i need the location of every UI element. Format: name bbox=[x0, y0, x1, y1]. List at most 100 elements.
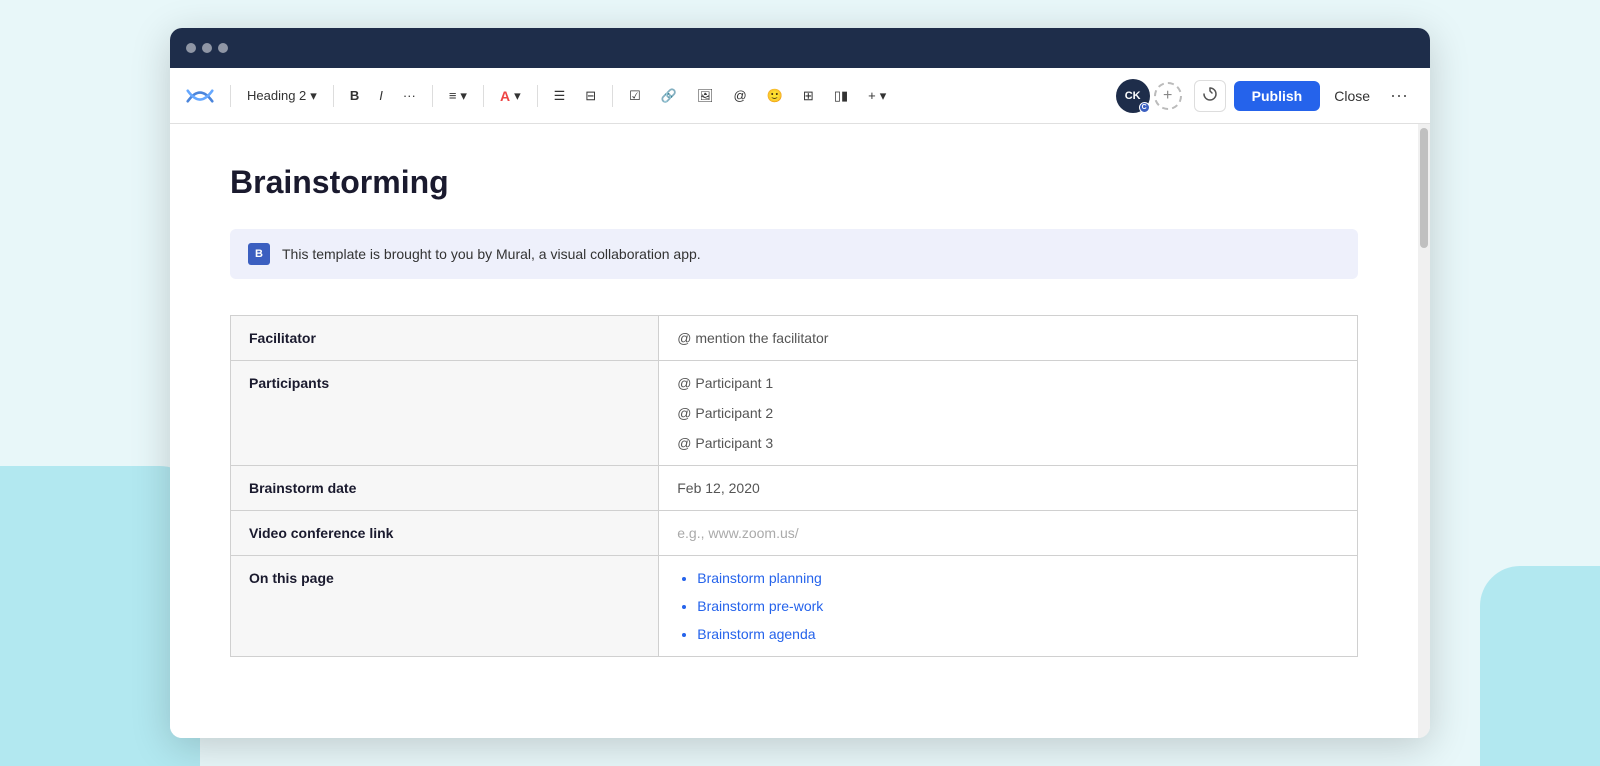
align-button[interactable]: ≡ ▾ bbox=[441, 83, 475, 109]
collaborators-group: CK C + bbox=[1116, 79, 1182, 113]
titlebar bbox=[170, 28, 1430, 68]
table-row: Facilitator @ mention the facilitator bbox=[231, 316, 1358, 361]
bg-decoration-right bbox=[1480, 566, 1600, 766]
on-this-page-value: Brainstorm planning Brainstorm pre-work … bbox=[659, 556, 1358, 657]
edit-history-button[interactable] bbox=[1194, 80, 1226, 112]
divider-6 bbox=[612, 85, 613, 107]
avatar: CK C bbox=[1116, 79, 1150, 113]
task-icon: ☑ bbox=[629, 88, 641, 104]
bold-button[interactable]: B bbox=[342, 83, 367, 108]
font-color-button[interactable]: A ▾ bbox=[492, 83, 529, 109]
emoji-button[interactable]: 🙂 bbox=[759, 83, 791, 109]
numbered-list-icon: ⊟ bbox=[585, 88, 596, 104]
mural-icon: B bbox=[248, 243, 270, 265]
divider-4 bbox=[483, 85, 484, 107]
bullet-list-button[interactable]: ☰ bbox=[546, 83, 574, 109]
content-area: Brainstorming B This template is brought… bbox=[170, 124, 1430, 738]
font-color-caret-icon: ▾ bbox=[514, 88, 521, 104]
facilitator-value[interactable]: @ mention the facilitator bbox=[659, 316, 1358, 361]
more-format-button[interactable]: ··· bbox=[395, 83, 424, 108]
participants-list: @ Participant 1 @ Participant 2 @ Partic… bbox=[677, 375, 1339, 451]
window-controls bbox=[186, 43, 228, 53]
participant-2: @ Participant 2 bbox=[677, 405, 1339, 421]
participants-value[interactable]: @ Participant 1 @ Participant 2 @ Partic… bbox=[659, 361, 1358, 466]
link-button[interactable]: 🔗 bbox=[653, 83, 685, 109]
plus-icon: + bbox=[868, 88, 876, 103]
heading-label: Heading 2 bbox=[247, 88, 306, 103]
publish-button[interactable]: Publish bbox=[1234, 81, 1321, 111]
divider-2 bbox=[333, 85, 334, 107]
video-conference-label: Video conference link bbox=[231, 511, 659, 556]
scrollbar-track[interactable] bbox=[1418, 124, 1430, 738]
table-button[interactable]: ⊞ bbox=[795, 83, 822, 109]
insert-more-button[interactable]: + ▾ bbox=[860, 83, 894, 109]
dot-3 bbox=[218, 43, 228, 53]
editor[interactable]: Brainstorming B This template is brought… bbox=[170, 124, 1418, 738]
image-button[interactable]: 🖼 bbox=[689, 83, 722, 109]
mention-button[interactable]: @ bbox=[726, 83, 755, 108]
mention-icon: @ bbox=[734, 88, 747, 103]
participants-label: Participants bbox=[231, 361, 659, 466]
image-icon: 🖼 bbox=[697, 88, 714, 104]
view-options-icon: ▯▮ bbox=[834, 88, 848, 104]
video-conference-value[interactable]: e.g., www.zoom.us/ bbox=[659, 511, 1358, 556]
view-options-button[interactable]: ▯▮ bbox=[826, 83, 856, 109]
mural-icon-label: B bbox=[255, 248, 263, 260]
bullet-list-icon: ☰ bbox=[554, 88, 566, 104]
more-options-icon: ··· bbox=[1390, 85, 1408, 105]
toolbar: Heading 2 ▾ B I ··· ≡ ▾ A ▾ ☰ bbox=[170, 68, 1430, 124]
divider-1 bbox=[230, 85, 231, 107]
bold-icon: B bbox=[350, 88, 359, 103]
close-label: Close bbox=[1334, 88, 1370, 104]
participant-3: @ Participant 3 bbox=[677, 435, 1339, 451]
table-row: On this page Brainstorm planning Brainst… bbox=[231, 556, 1358, 657]
list-item: Brainstorm pre-work bbox=[697, 598, 1339, 614]
dot-2 bbox=[202, 43, 212, 53]
table-row: Participants @ Participant 1 @ Participa… bbox=[231, 361, 1358, 466]
task-button[interactable]: ☑ bbox=[621, 83, 649, 109]
app-window: Heading 2 ▾ B I ··· ≡ ▾ A ▾ ☰ bbox=[170, 28, 1430, 738]
page-title[interactable]: Brainstorming bbox=[230, 164, 1358, 201]
align-caret-icon: ▾ bbox=[460, 88, 467, 104]
info-table: Facilitator @ mention the facilitator Pa… bbox=[230, 315, 1358, 657]
align-icon: ≡ bbox=[449, 88, 457, 103]
on-this-page-label: On this page bbox=[231, 556, 659, 657]
brainstorm-planning-link[interactable]: Brainstorm planning bbox=[697, 570, 822, 586]
mural-banner-text: This template is brought to you by Mural… bbox=[282, 246, 701, 262]
list-item: Brainstorm planning bbox=[697, 570, 1339, 586]
table-row: Brainstorm date Feb 12, 2020 bbox=[231, 466, 1358, 511]
font-color-icon: A bbox=[500, 88, 510, 104]
more-options-button[interactable]: ··· bbox=[1384, 81, 1414, 110]
brainstorm-date-value[interactable]: Feb 12, 2020 bbox=[659, 466, 1358, 511]
publish-label: Publish bbox=[1252, 88, 1303, 104]
numbered-list-button[interactable]: ⊟ bbox=[577, 83, 604, 109]
table-row: Video conference link e.g., www.zoom.us/ bbox=[231, 511, 1358, 556]
emoji-icon: 🙂 bbox=[767, 88, 783, 104]
divider-5 bbox=[537, 85, 538, 107]
more-format-icon: ··· bbox=[403, 88, 416, 103]
participant-1: @ Participant 1 bbox=[677, 375, 1339, 391]
avatar-sub-badge: C bbox=[1139, 102, 1150, 113]
add-icon: + bbox=[1163, 87, 1172, 105]
dot-1 bbox=[186, 43, 196, 53]
add-collaborator-button[interactable]: + bbox=[1154, 82, 1182, 110]
mural-banner: B This template is brought to you by Mur… bbox=[230, 229, 1358, 279]
table-icon: ⊞ bbox=[803, 88, 814, 104]
close-button[interactable]: Close bbox=[1324, 82, 1380, 110]
brainstorm-pre-work-link[interactable]: Brainstorm pre-work bbox=[697, 598, 823, 614]
list-item: Brainstorm agenda bbox=[697, 626, 1339, 642]
italic-button[interactable]: I bbox=[371, 83, 391, 108]
facilitator-label: Facilitator bbox=[231, 316, 659, 361]
avatar-initials: CK bbox=[1125, 90, 1141, 102]
heading-caret-icon: ▾ bbox=[310, 88, 317, 104]
link-icon: 🔗 bbox=[661, 88, 677, 104]
scrollbar-thumb[interactable] bbox=[1420, 128, 1428, 248]
brainstorm-date-label: Brainstorm date bbox=[231, 466, 659, 511]
divider-3 bbox=[432, 85, 433, 107]
brainstorm-agenda-link[interactable]: Brainstorm agenda bbox=[697, 626, 815, 642]
heading-selector[interactable]: Heading 2 ▾ bbox=[239, 83, 325, 109]
italic-icon: I bbox=[379, 88, 383, 103]
confluence-logo bbox=[186, 82, 214, 110]
edit-history-icon bbox=[1202, 86, 1218, 105]
on-this-page-list: Brainstorm planning Brainstorm pre-work … bbox=[677, 570, 1339, 642]
